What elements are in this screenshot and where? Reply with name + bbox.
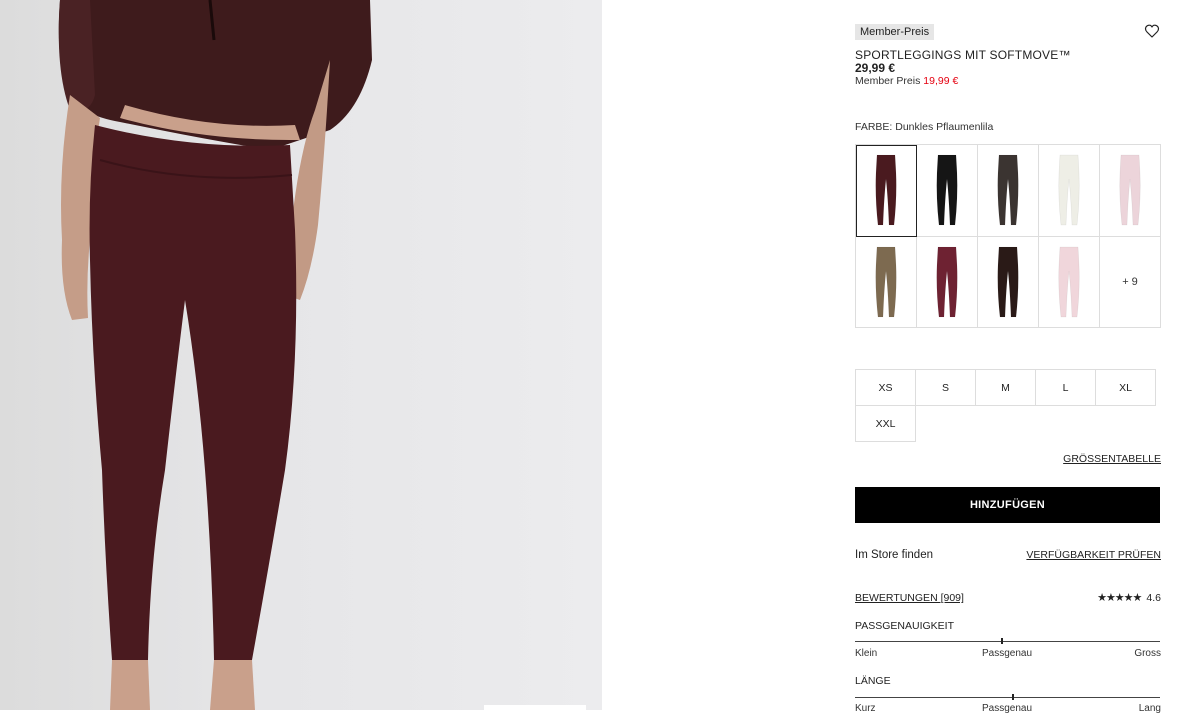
store-find-label: Im Store finden [855,549,933,561]
color-swatch[interactable] [1039,236,1100,328]
member-price-badge: Member-Preis [855,24,935,40]
color-swatch[interactable] [1039,145,1100,237]
leggings-thumbnail-icon [1119,154,1141,226]
size-guide-link[interactable]: GRÖSSENTABELLE [1063,453,1161,465]
fit-left-label: Klein [855,648,878,659]
reviews-link[interactable]: BEWERTUNGEN [909] [855,592,964,604]
leggings-thumbnail-icon [997,246,1019,318]
member-price-value: 19,99 € [923,75,959,87]
image-indicator [484,705,586,710]
color-swatch[interactable] [917,145,978,237]
leggings-thumbnail-icon [875,154,897,226]
add-to-cart-button[interactable]: HINZUFÜGEN [855,487,1160,523]
color-swatch[interactable] [856,236,917,328]
length-right-label: Lang [1138,703,1161,714]
product-details: Member-Preis SPORTLEGGINGS MIT SOFTMOVE™… [855,0,1161,714]
length-title: LÄNGE [855,675,891,687]
color-swatch[interactable] [917,236,978,328]
leggings-thumbnail-icon [936,154,958,226]
color-swatch[interactable] [856,145,917,237]
fit-mid-label: Passgenau [982,648,1033,659]
size-row: XS S M L XL [855,369,1161,406]
size-option[interactable]: S [915,369,976,406]
color-swatch[interactable] [978,145,1039,237]
fit-title: PASSGENAUIGKEIT [855,620,954,632]
member-price: Member Preis 19,99 € [855,75,958,87]
fit-scale-marker [1001,638,1003,644]
size-option[interactable]: XXL [855,405,916,442]
leggings-thumbnail-icon [875,246,897,318]
size-option[interactable]: XS [855,369,916,406]
leggings-thumbnail-icon [1058,154,1080,226]
fit-scale-line [855,641,1160,642]
length-mid-label: Passgenau [982,703,1033,714]
rating: ★★★★★ 4.6 [1097,591,1161,605]
leggings-thumbnail-icon [936,246,958,318]
size-option[interactable]: XL [1095,369,1156,406]
more-colors-label: + 9 [1122,275,1138,288]
product-price: 29,99 € [855,61,896,75]
leggings-thumbnail-icon [997,154,1019,226]
color-swatch[interactable] [1100,145,1161,237]
length-scale-line [855,697,1160,698]
color-label: FARBE: Dunkles Pflaumenlila [855,121,994,133]
check-availability-link[interactable]: VERFÜGBARKEIT PRÜFEN [1026,549,1161,561]
favorite-heart-icon[interactable] [1144,23,1160,39]
member-price-label: Member Preis [855,75,921,87]
size-selector: XS S M L XL XXL [855,369,1161,442]
rating-score: 4.6 [1146,591,1161,604]
leggings-photo [58,0,372,710]
size-option[interactable]: L [1035,369,1096,406]
color-swatch-grid: + 9 [855,144,1161,328]
more-colors-button[interactable]: + 9 [1100,236,1161,328]
leggings-thumbnail-icon [1058,246,1080,318]
length-scale-marker [1012,694,1014,700]
length-left-label: Kurz [855,703,876,714]
fit-right-label: Gross [1134,648,1161,659]
color-swatch[interactable] [978,236,1039,328]
product-title: SPORTLEGGINGS MIT SOFTMOVE™ [855,48,1071,62]
rating-stars-icon: ★★★★★ [1097,592,1142,604]
size-option[interactable]: M [975,369,1036,406]
size-row: XXL [855,405,1161,442]
product-image[interactable] [0,0,602,710]
